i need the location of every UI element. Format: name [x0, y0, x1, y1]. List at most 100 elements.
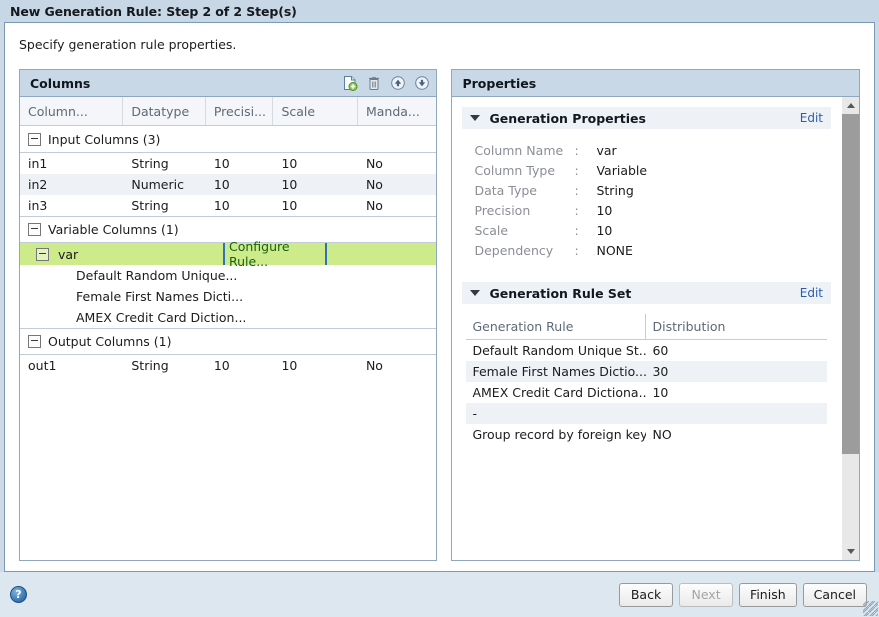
cell-rule: - — [472, 406, 477, 421]
help-icon[interactable]: ? — [10, 586, 27, 603]
properties-scroll-content: Generation Properties Edit Column Name :… — [452, 97, 841, 560]
collapse-icon[interactable] — [28, 223, 41, 236]
columns-panel: Columns Column... Datatype Precisi... Sc… — [19, 69, 438, 561]
properties-scrollbar[interactable] — [841, 97, 859, 560]
panels-container: Columns Column... Datatype Precisi... Sc… — [19, 69, 860, 561]
cell-column: in3 — [28, 198, 48, 213]
collapse-icon[interactable] — [36, 247, 49, 261]
column-header-precision[interactable]: Precisi... — [206, 97, 274, 125]
property-separator: : — [574, 182, 579, 198]
collapse-icon[interactable] — [28, 335, 41, 348]
property-value: var — [596, 142, 617, 158]
property-row-column-type: Column Type : Variable — [474, 160, 841, 180]
property-value: 10 — [596, 222, 613, 238]
cell-distribution: 60 — [652, 343, 669, 358]
rule-set-header-rule[interactable]: Generation Rule — [466, 314, 647, 339]
cell-datatype: String — [131, 358, 169, 373]
chevron-down-icon[interactable] — [470, 115, 481, 121]
column-header-mandatory[interactable]: Manda... — [358, 97, 437, 125]
cell-precision: 10 — [213, 156, 230, 171]
property-value: Variable — [596, 162, 648, 178]
cell-column: out1 — [28, 358, 57, 373]
list-item[interactable]: Female First Names Dicti... — [20, 286, 437, 307]
group-row-input-columns[interactable]: Input Columns (3) — [20, 126, 437, 153]
generation-properties-header[interactable]: Generation Properties Edit — [462, 107, 831, 129]
rule-set-header-distribution[interactable]: Distribution — [646, 314, 806, 339]
cell-mandatory: No — [365, 198, 383, 213]
dialog-body: Specify generation rule properties. Colu… — [4, 22, 875, 572]
columns-grid-header: Column... Datatype Precisi... Scale Mand… — [20, 97, 437, 126]
generation-rule-set-header[interactable]: Generation Rule Set Edit — [462, 282, 831, 304]
cell-scale: 10 — [281, 198, 298, 213]
table-row[interactable]: in1 String 10 10 No — [20, 153, 436, 174]
property-separator: : — [574, 202, 579, 218]
cell-distribution: 10 — [652, 385, 669, 400]
cell-mandatory: No — [365, 177, 383, 192]
move-up-icon[interactable] — [388, 74, 407, 93]
property-row-precision: Precision : 10 — [474, 200, 841, 220]
table-row[interactable]: Female First Names Dictio... 30 — [466, 361, 827, 382]
table-row[interactable]: in2 Numeric 10 10 No — [20, 174, 437, 195]
property-separator: : — [574, 242, 579, 258]
column-header-scale[interactable]: Scale — [273, 97, 358, 125]
properties-panel-header: Properties — [452, 70, 859, 97]
configure-rule-cell[interactable]: Configure Rule... — [223, 239, 327, 269]
property-row-column-name: Column Name : var — [474, 140, 841, 160]
edit-generation-rule-set-link[interactable]: Edit — [800, 286, 823, 300]
move-down-icon[interactable] — [412, 74, 431, 93]
generation-properties-title: Generation Properties — [489, 110, 646, 126]
edit-generation-properties-link[interactable]: Edit — [800, 111, 823, 125]
property-row-scale: Scale : 10 — [474, 220, 841, 240]
table-row[interactable]: Group record by foreign key NO — [466, 424, 827, 445]
footer-buttons: Back Next Finish Cancel — [619, 582, 867, 607]
table-row[interactable]: Default Random Unique St... 60 — [466, 340, 827, 361]
group-row-output-columns[interactable]: Output Columns (1) — [20, 328, 437, 355]
variable-name: var — [58, 246, 79, 262]
columns-toolbar — [340, 74, 431, 93]
property-separator: : — [574, 222, 579, 238]
scroll-down-button[interactable] — [842, 543, 859, 560]
cell-precision: 10 — [213, 177, 230, 192]
cancel-button[interactable]: Cancel — [802, 582, 867, 607]
cell-rule: AMEX Credit Card Dictiona... — [472, 385, 647, 400]
table-row[interactable]: AMEX Credit Card Dictiona... 10 — [466, 382, 827, 403]
selected-variable-row[interactable]: var Configure Rule... — [20, 239, 437, 269]
table-row[interactable]: in3 String 10 10 No — [20, 195, 436, 216]
scrollbar-track[interactable] — [842, 114, 859, 543]
generation-rule-set-table: Generation Rule Distribution Default Ran… — [466, 314, 827, 445]
group-label: Output Columns (1) — [48, 334, 172, 349]
group-label: Variable Columns (1) — [48, 222, 179, 237]
cell-precision: 10 — [213, 358, 230, 373]
scroll-up-button[interactable] — [842, 97, 859, 114]
finish-button[interactable]: Finish — [739, 582, 797, 607]
collapse-icon[interactable] — [28, 132, 41, 146]
property-value: 10 — [596, 202, 613, 218]
add-column-icon[interactable] — [340, 74, 359, 93]
resize-grip[interactable] — [863, 601, 878, 616]
cell-scale: 10 — [281, 358, 298, 373]
chevron-down-icon[interactable] — [470, 290, 481, 296]
property-key: Data Type — [474, 182, 537, 198]
variable-name-cell[interactable]: var — [20, 247, 223, 262]
scrollbar-thumb[interactable] — [842, 114, 859, 454]
cell-column: in1 — [28, 156, 48, 171]
rule-set-table-header: Generation Rule Distribution — [466, 314, 827, 340]
dialog-titlebar: New Generation Rule: Step 2 of 2 Step(s) — [0, 0, 879, 22]
column-header-datatype[interactable]: Datatype — [123, 97, 206, 125]
columns-grid-body: Input Columns (3) in1 String 10 10 No in… — [20, 126, 437, 560]
property-key: Column Name — [474, 142, 564, 158]
column-header-name[interactable]: Column... — [20, 97, 124, 125]
cell-rule: Default Random Unique St... — [472, 343, 647, 358]
cell-mandatory: No — [365, 156, 383, 171]
chevron-up-icon — [846, 103, 855, 108]
property-separator: : — [574, 162, 579, 178]
next-button: Next — [679, 582, 734, 607]
back-button[interactable]: Back — [619, 582, 674, 607]
table-row[interactable]: - — [466, 403, 827, 424]
table-row[interactable]: out1 String 10 10 No — [20, 355, 436, 376]
list-item[interactable]: AMEX Credit Card Diction... — [20, 307, 437, 328]
properties-content-area: Generation Properties Edit Column Name :… — [452, 97, 859, 560]
cell-precision: 10 — [213, 198, 230, 213]
property-separator: : — [574, 142, 579, 158]
delete-column-icon[interactable] — [364, 74, 383, 93]
